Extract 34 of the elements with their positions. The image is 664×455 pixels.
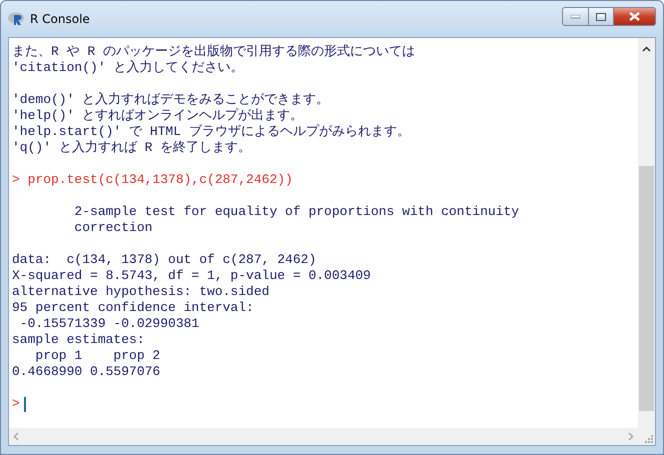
output-line: 'help.start()' で HTML ブラウザによるヘルプがみられます。	[12, 124, 410, 140]
minimize-button[interactable]	[562, 7, 589, 26]
scroll-left-icon[interactable]	[13, 432, 19, 441]
output-line: X-squared = 8.5743, df = 1, p-value = 0.003409	[12, 268, 371, 284]
output-line: correction	[73, 220, 152, 236]
scroll-thumb[interactable]	[639, 166, 654, 411]
window-title: R Console	[30, 12, 91, 26]
output-line: -0.15571339 -0.02990381	[18, 316, 200, 332]
output-line: data: c(134, 1378) out of c(287, 2462)	[12, 252, 316, 268]
scroll-up-icon[interactable]	[642, 46, 651, 52]
r-logo-icon	[8, 11, 26, 27]
output-line: alternative hypothesis: two.sided	[12, 284, 270, 300]
maximize-icon	[596, 12, 606, 20]
prompt-symbol: >	[12, 396, 20, 412]
resize-grip-icon[interactable]	[645, 435, 653, 443]
maximize-button[interactable]	[588, 7, 614, 26]
output-line: 0.4668990 0.5597076	[12, 364, 162, 380]
text-cursor	[24, 396, 26, 412]
close-button[interactable]	[613, 7, 656, 26]
close-icon	[629, 12, 640, 21]
output-line: 'q()' と入力すれば R を終了します。	[12, 140, 252, 156]
command-line: > prop.test(c(134,1378),c(287,2462))	[12, 172, 293, 188]
output-line: prop 1 prop 2	[34, 348, 162, 364]
output-line: 'citation()' と入力してください。	[12, 60, 244, 76]
horizontal-scrollbar[interactable]	[9, 428, 638, 445]
output-line: 'help()' とすればオンラインヘルプが出ます。	[12, 108, 304, 124]
output-line: 'demo()' と入力すればデモをみることができます。	[12, 92, 330, 108]
output-line: また、R や R のパッケージを出版物で引用する際の形式については	[12, 44, 416, 60]
output-line: 2-sample test for equality of proportions with continuity	[73, 204, 520, 220]
scroll-right-icon[interactable]	[628, 432, 634, 441]
output-line: 95 percent confidence interval:	[12, 300, 254, 316]
output-line: sample estimates:	[12, 332, 145, 348]
minimize-icon	[571, 14, 580, 18]
vertical-scrollbar[interactable]	[638, 38, 655, 428]
